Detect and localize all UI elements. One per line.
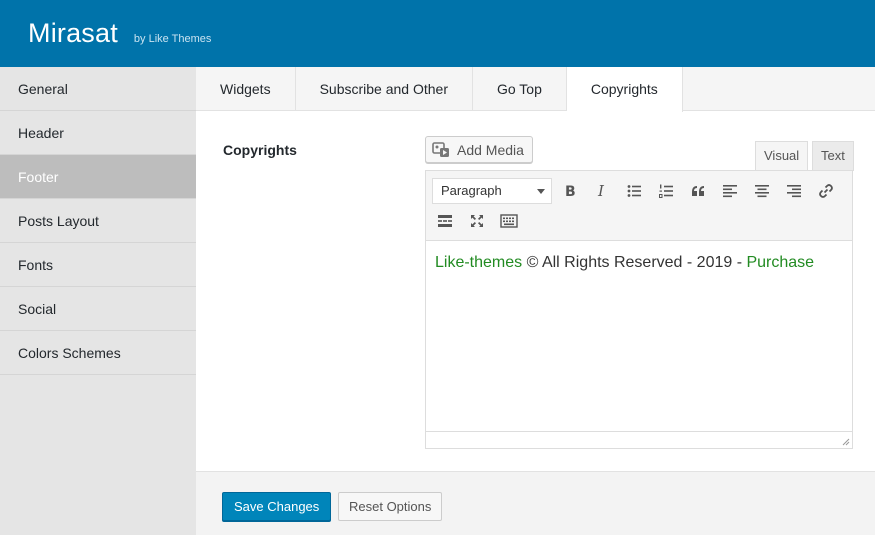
editor-toolbar: Paragraph B I bbox=[426, 171, 852, 241]
app-header: Mirasat by Like Themes bbox=[0, 0, 875, 67]
read-more-button[interactable] bbox=[432, 208, 458, 234]
sidebar-item-posts-layout[interactable]: Posts Layout bbox=[0, 199, 196, 243]
sidebar-item-general[interactable]: General bbox=[0, 67, 196, 111]
align-right-button[interactable] bbox=[781, 178, 807, 204]
tab-visual[interactable]: Visual bbox=[755, 141, 809, 171]
sidebar: General Header Footer Posts Layout Fonts… bbox=[0, 67, 196, 535]
fullscreen-button[interactable] bbox=[464, 208, 490, 234]
editor-content[interactable]: Like-themes © All Rights Reserved - 2019… bbox=[426, 241, 852, 285]
save-changes-button[interactable]: Save Changes bbox=[222, 492, 332, 521]
actions-bar: Save Changes Reset Options bbox=[196, 471, 875, 535]
numbered-list-icon bbox=[659, 184, 673, 198]
toolbar-toggle-button[interactable] bbox=[496, 208, 522, 234]
sidebar-item-fonts[interactable]: Fonts bbox=[0, 243, 196, 287]
sidebar-item-colors-schemes[interactable]: Colors Schemes bbox=[0, 331, 196, 375]
format-select-value: Paragraph bbox=[441, 183, 502, 198]
add-media-icon bbox=[432, 141, 449, 157]
blockquote-icon bbox=[692, 186, 704, 196]
reset-options-button[interactable]: Reset Options bbox=[338, 492, 443, 521]
blockquote-button[interactable] bbox=[685, 178, 711, 204]
link-icon bbox=[819, 184, 833, 198]
align-center-icon bbox=[755, 185, 769, 198]
read-more-icon bbox=[438, 215, 452, 227]
main-panel: Widgets Subscribe and Other Go Top Copyr… bbox=[196, 67, 875, 535]
italic-button[interactable]: I bbox=[589, 178, 615, 204]
toolbar-toggle-icon bbox=[500, 214, 518, 228]
bullet-list-button[interactable] bbox=[621, 178, 647, 204]
tab-copyrights[interactable]: Copyrights bbox=[566, 67, 683, 112]
bold-icon: B bbox=[565, 184, 576, 199]
chevron-down-icon bbox=[537, 189, 545, 194]
add-media-button[interactable]: Add Media bbox=[425, 136, 533, 163]
sidebar-item-social[interactable]: Social bbox=[0, 287, 196, 331]
bold-button[interactable]: B bbox=[557, 178, 583, 204]
tab-text[interactable]: Text bbox=[812, 141, 854, 171]
content-link-purchase[interactable]: Purchase bbox=[746, 254, 814, 271]
add-media-label: Add Media bbox=[457, 141, 524, 158]
svg-text:I: I bbox=[597, 183, 605, 199]
copyrights-editor: Paragraph B I Like-themes © All Rights R… bbox=[425, 170, 853, 449]
content-link-like-themes[interactable]: Like-themes bbox=[435, 254, 522, 271]
format-select[interactable]: Paragraph bbox=[432, 178, 552, 204]
sidebar-item-header[interactable]: Header bbox=[0, 111, 196, 155]
tab-widgets[interactable]: Widgets bbox=[196, 67, 296, 111]
italic-icon: I bbox=[597, 183, 605, 199]
app-subtitle: by Like Themes bbox=[133, 32, 212, 45]
app-title: Mirasat bbox=[28, 18, 118, 48]
bullet-list-icon bbox=[627, 185, 641, 197]
fullscreen-icon bbox=[471, 215, 483, 227]
align-left-icon bbox=[723, 185, 737, 198]
sidebar-item-footer[interactable]: Footer bbox=[0, 155, 196, 199]
tab-go-top[interactable]: Go Top bbox=[473, 67, 567, 111]
align-center-button[interactable] bbox=[749, 178, 775, 204]
insert-link-button[interactable] bbox=[813, 178, 839, 204]
align-right-icon bbox=[787, 185, 801, 198]
copyrights-field-label: Copyrights bbox=[223, 142, 297, 158]
section-tabs: Widgets Subscribe and Other Go Top Copyr… bbox=[196, 67, 875, 112]
resize-handle-icon[interactable] bbox=[840, 436, 850, 446]
content-text: © All Rights Reserved - 2019 - bbox=[522, 254, 747, 271]
tab-subscribe-and-other[interactable]: Subscribe and Other bbox=[296, 67, 473, 111]
numbered-list-button[interactable] bbox=[653, 178, 679, 204]
svg-text:B: B bbox=[565, 184, 576, 199]
align-left-button[interactable] bbox=[717, 178, 743, 204]
editor-status-bar bbox=[426, 431, 852, 448]
